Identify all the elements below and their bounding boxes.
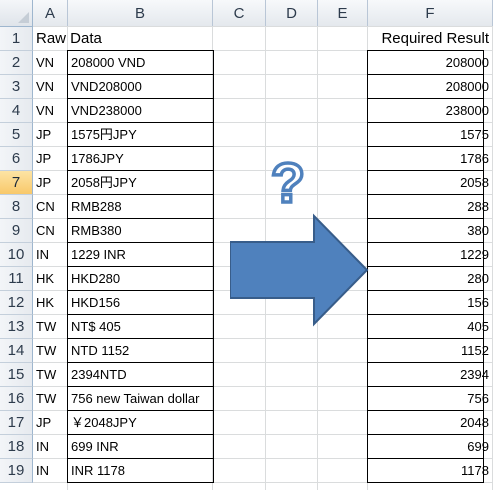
cell-result-value[interactable]: 208000	[368, 75, 493, 99]
cell-raw-value[interactable]: 1786JPY	[71, 147, 213, 171]
row-header-14[interactable]: 14	[0, 339, 33, 363]
row-header-1[interactable]: 1	[0, 27, 33, 51]
cell-country-code[interactable]: VN	[36, 51, 68, 75]
question-mark-icon: ?	[271, 151, 305, 214]
column-header-e[interactable]: E	[318, 0, 368, 27]
cell-result-value[interactable]: 1786	[368, 147, 493, 171]
cell-result-value[interactable]: 405	[368, 315, 493, 339]
cell-result-value[interactable]: 699	[368, 435, 493, 459]
cell-raw-value[interactable]: HKD280	[71, 267, 213, 291]
row-header-17[interactable]: 17	[0, 411, 33, 435]
row-header-5[interactable]: 5	[0, 123, 33, 147]
cell-country-code[interactable]: CN	[36, 195, 68, 219]
cell-result-value[interactable]: 1178	[368, 459, 493, 483]
cell-result-value[interactable]: 2058	[368, 171, 493, 195]
cell-country-code[interactable]: IN	[36, 459, 68, 483]
cell-raw-value[interactable]: 2394NTD	[71, 363, 213, 387]
row-header-6[interactable]: 6	[0, 147, 33, 171]
cell-country-code[interactable]: VN	[36, 99, 68, 123]
cell-raw-value[interactable]: 1229 INR	[71, 243, 213, 267]
cell-result-value[interactable]: 156	[368, 291, 493, 315]
cell-country-code[interactable]: HK	[36, 291, 68, 315]
cell-result-value[interactable]: 238000	[368, 99, 493, 123]
cell-result-value[interactable]: 280	[368, 267, 493, 291]
row-header-3[interactable]: 3	[0, 75, 33, 99]
cell-result-value[interactable]: 2394	[368, 363, 493, 387]
cell-country-code[interactable]: TW	[36, 315, 68, 339]
cell-raw-value[interactable]: 208000 VND	[71, 51, 213, 75]
cell-result-value[interactable]: 380	[368, 219, 493, 243]
cell-raw-value[interactable]: NT$ 405	[71, 315, 213, 339]
row-header-8[interactable]: 8	[0, 195, 33, 219]
cell-result-value[interactable]: 208000	[368, 51, 493, 75]
cell-raw-value[interactable]: RMB288	[71, 195, 213, 219]
column-header-b[interactable]: B	[68, 0, 213, 27]
cell-country-code[interactable]: JP	[36, 147, 68, 171]
row-header-13[interactable]: 13	[0, 315, 33, 339]
cell-raw-value[interactable]: 2058円JPY	[71, 171, 213, 195]
row-header-7[interactable]: 7	[0, 171, 33, 195]
column-header-d[interactable]: D	[266, 0, 318, 27]
cell-raw-value[interactable]: 1575円JPY	[71, 123, 213, 147]
cell-raw-value[interactable]: 699 INR	[71, 435, 213, 459]
cell-country-code[interactable]: JP	[36, 171, 68, 195]
column-header-f[interactable]: F	[368, 0, 493, 27]
cell-country-code[interactable]: IN	[36, 435, 68, 459]
cell-raw-value[interactable]: 756 new Taiwan dollar	[71, 387, 213, 411]
cell-raw-value[interactable]: NTD 1152	[71, 339, 213, 363]
cell-country-code[interactable]: JP	[36, 411, 68, 435]
cell-country-code[interactable]: TW	[36, 387, 68, 411]
row-header-16[interactable]: 16	[0, 387, 33, 411]
row-header-9[interactable]: 9	[0, 219, 33, 243]
illustration-svg: ?	[229, 149, 369, 327]
row-header-4[interactable]: 4	[0, 99, 33, 123]
required-result-header[interactable]: Required Result	[368, 27, 493, 51]
cell-country-code[interactable]: HK	[36, 267, 68, 291]
cell-country-code[interactable]: TW	[36, 339, 68, 363]
raw-data-header[interactable]: Raw Data	[36, 27, 216, 51]
cell-raw-value[interactable]: ￥2048JPY	[71, 411, 213, 435]
column-header-a[interactable]: A	[33, 0, 68, 27]
right-arrow-icon	[229, 213, 369, 327]
row-header-11[interactable]: 11	[0, 267, 33, 291]
row-header-2[interactable]: 2	[0, 51, 33, 75]
row-header-12[interactable]: 12	[0, 291, 33, 315]
select-all-button[interactable]	[0, 0, 33, 27]
cell-result-value[interactable]: 1229	[368, 243, 493, 267]
cell-result-value[interactable]: 2048	[368, 411, 493, 435]
cell-country-code[interactable]: JP	[36, 123, 68, 147]
cell-result-value[interactable]: 756	[368, 387, 493, 411]
cell-country-code[interactable]: TW	[36, 363, 68, 387]
row-header-18[interactable]: 18	[0, 435, 33, 459]
cell-raw-value[interactable]: VND238000	[71, 99, 213, 123]
cell-result-value[interactable]: 1575	[368, 123, 493, 147]
cell-result-value[interactable]: 288	[368, 195, 493, 219]
cell-raw-value[interactable]: RMB380	[71, 219, 213, 243]
illustration: ?	[229, 149, 370, 335]
cell-raw-value[interactable]: VND208000	[71, 75, 213, 99]
row-header-10[interactable]: 10	[0, 243, 33, 267]
row-header-19[interactable]: 19	[0, 459, 33, 483]
cell-result-value[interactable]: 1152	[368, 339, 493, 363]
cell-country-code[interactable]: IN	[36, 243, 68, 267]
cell-raw-value[interactable]: HKD156	[71, 291, 213, 315]
cell-country-code[interactable]: CN	[36, 219, 68, 243]
cell-country-code[interactable]: VN	[36, 75, 68, 99]
column-header-c[interactable]: C	[213, 0, 266, 27]
cell-raw-value[interactable]: INR 1178	[71, 459, 213, 483]
row-header-15[interactable]: 15	[0, 363, 33, 387]
